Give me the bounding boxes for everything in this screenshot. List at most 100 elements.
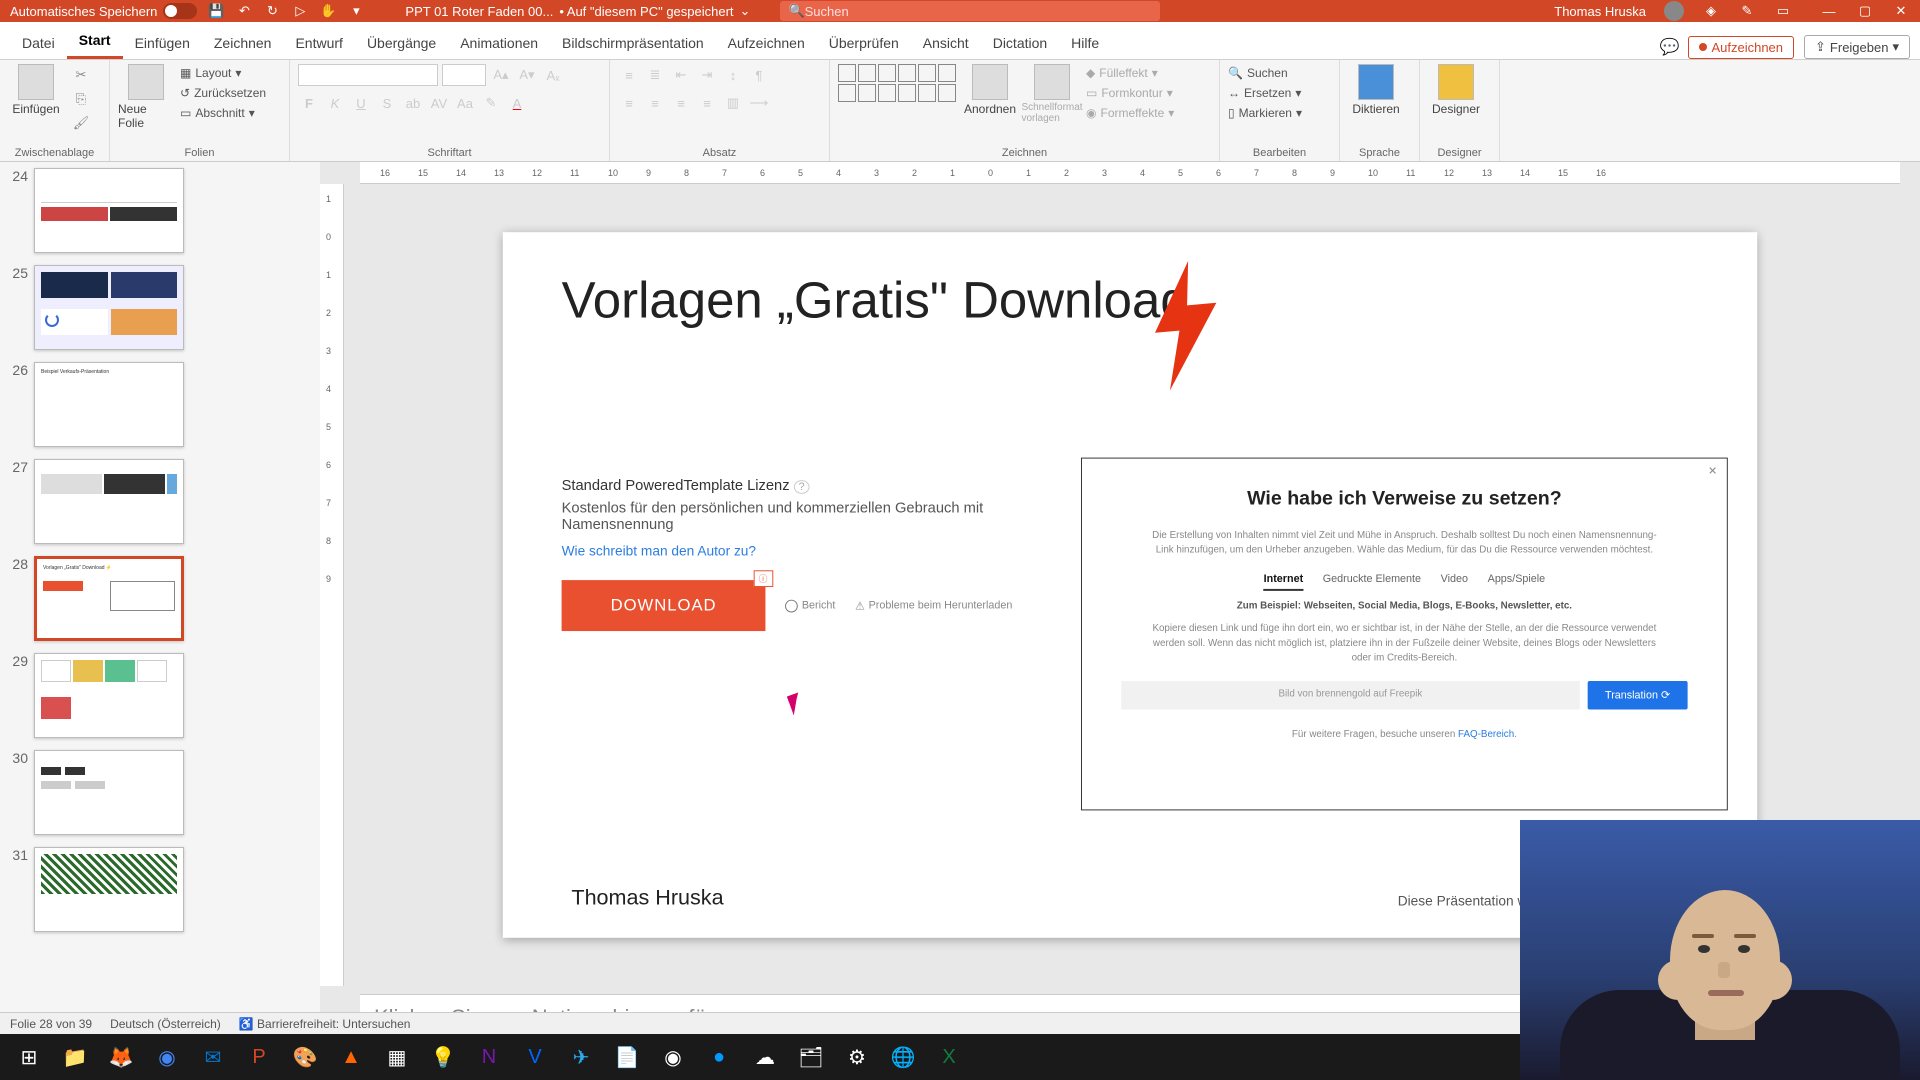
tab-ueberpruefen[interactable]: Überprüfen [817,27,911,59]
ref-tab-print[interactable]: Gedruckte Elemente [1323,573,1421,591]
tab-hilfe[interactable]: Hilfe [1059,27,1111,59]
align-right-icon[interactable]: ≡ [670,92,692,114]
edge-icon[interactable]: 🌐 [880,1034,926,1080]
find-button[interactable]: 🔍 Suchen [1228,64,1302,82]
shadow-icon[interactable]: ab [402,92,424,114]
paste-button[interactable]: Einfügen [8,64,64,116]
highlight-icon[interactable]: ✎ [480,92,502,114]
designer-button[interactable]: Designer [1428,64,1484,116]
document-title[interactable]: PPT 01 Roter Faden 00... • Auf "diesem P… [405,3,750,19]
powerpoint-icon[interactable]: P [236,1034,282,1080]
app-icon-4[interactable]: 📄 [604,1034,650,1080]
thumb-26[interactable]: Beispiel Verkaufs-Präsentation [34,362,184,447]
problem-option[interactable]: ⚠ Probleme beim Herunterladen [855,599,1012,612]
onenote-icon[interactable]: N [466,1034,512,1080]
shape-fill-button[interactable]: ◆ Fülleffekt ▾ [1086,64,1174,82]
underline-icon[interactable]: U [350,92,372,114]
line-spacing-icon[interactable]: ↕ [722,64,744,86]
chevron-down-icon[interactable]: ▾ [1892,39,1899,55]
obs-icon[interactable]: ◉ [650,1034,696,1080]
app-icon-7[interactable]: 🗂 [788,1034,834,1080]
maximize-icon[interactable]: ▢ [1856,2,1874,20]
new-slide-button[interactable]: Neue Folie [118,64,174,130]
reset-button[interactable]: ↺ Zurücksetzen [180,84,266,102]
ref-link-input[interactable]: Bild von brennengold auf Freepik [1121,681,1579,709]
shapes-gallery[interactable] [838,64,956,102]
replace-button[interactable]: ↔ Ersetzen ▾ [1228,84,1302,102]
tab-aufzeichnen[interactable]: Aufzeichnen [716,27,817,59]
minimize-icon[interactable]: — [1820,2,1838,20]
ref-tab-video[interactable]: Video [1441,573,1468,591]
avatar[interactable] [1664,1,1684,21]
bullets-icon[interactable]: ≡ [618,64,640,86]
reference-dialog[interactable]: ✕ Wie habe ich Verweise zu setzen? Die E… [1081,458,1728,811]
case-icon[interactable]: Aa [454,92,476,114]
layout-button[interactable]: ▦ Layout ▾ [180,64,266,82]
ref-tab-apps[interactable]: Apps/Spiele [1488,573,1546,591]
explorer-icon[interactable]: 📁 [52,1034,98,1080]
download-button[interactable]: DOWNLOADⓘ [562,580,766,631]
tab-dictation[interactable]: Dictation [981,27,1059,59]
clear-format-icon[interactable]: Aₓ [542,64,564,86]
select-button[interactable]: ▯ Markieren ▾ [1228,104,1302,122]
smartart-icon[interactable]: ⟶ [748,92,770,114]
record-button[interactable]: Aufzeichnen [1688,36,1794,59]
excel-icon[interactable]: X [926,1034,972,1080]
thumb-28[interactable]: Vorlagen „Gratis" Download ⚡ [34,556,184,641]
language-status[interactable]: Deutsch (Österreich) [110,1017,221,1031]
bold-icon[interactable]: F [298,92,320,114]
chrome-icon[interactable]: ◉ [144,1034,190,1080]
app-icon-3[interactable]: 💡 [420,1034,466,1080]
ref-tab-internet[interactable]: Internet [1264,573,1304,591]
start-button[interactable]: ⊞ [6,1034,52,1080]
columns-icon[interactable]: ▥ [722,92,744,114]
app-icon-6[interactable]: ☁ [742,1034,788,1080]
license-panel[interactable]: Standard PoweredTemplate Lizenz ? Kosten… [562,477,1072,631]
tab-start[interactable]: Start [67,24,123,59]
telegram-icon[interactable]: ✈ [558,1034,604,1080]
accessibility-status[interactable]: ♿ Barrierefreiheit: Untersuchen [239,1017,411,1031]
thumb-29[interactable] [34,653,184,738]
thumb-25[interactable] [34,265,184,350]
outlook-icon[interactable]: ✉ [190,1034,236,1080]
thumb-27[interactable] [34,459,184,544]
search-input[interactable] [805,4,1153,19]
dictate-button[interactable]: Diktieren [1348,64,1404,116]
save-icon[interactable]: 💾 [207,2,225,20]
app-v-icon[interactable]: V [512,1034,558,1080]
spacing-icon[interactable]: AV [428,92,450,114]
tab-animationen[interactable]: Animationen [448,27,550,59]
close-icon[interactable]: ✕ [1892,2,1910,20]
slide-thumbnails[interactable]: 24 25 26Beispiel Verkaufs-Präsentation 2… [0,162,320,1046]
app-icon[interactable]: 🎨 [282,1034,328,1080]
font-name-input[interactable] [298,64,438,86]
thumb-31[interactable] [34,847,184,932]
translation-button[interactable]: Translation ⟳ [1587,681,1687,709]
autosave-toggle[interactable]: Automatisches Speichern [10,3,197,19]
indent-dec-icon[interactable]: ⇤ [670,64,692,86]
font-color-icon[interactable]: A [506,92,528,114]
strike-icon[interactable]: S [376,92,398,114]
thumb-30[interactable] [34,750,184,835]
settings-icon[interactable]: ⚙ [834,1034,880,1080]
quick-styles-button[interactable]: Schnellformat vorlagen [1024,64,1080,124]
indent-inc-icon[interactable]: ⇥ [696,64,718,86]
text-dir-icon[interactable]: ¶ [748,64,770,86]
decrease-font-icon[interactable]: A▾ [516,64,538,86]
share-button[interactable]: ⇪ Freigeben ▾ [1804,35,1910,59]
tab-ansicht[interactable]: Ansicht [911,27,981,59]
diamond-icon[interactable]: ◈ [1702,2,1720,20]
increase-font-icon[interactable]: A▴ [490,64,512,86]
section-button[interactable]: ▭ Abschnitt ▾ [180,104,266,122]
redo-icon[interactable]: ↻ [263,2,281,20]
tab-datei[interactable]: Datei [10,27,67,59]
touch-icon[interactable]: ✋ [319,2,337,20]
shape-outline-button[interactable]: ▭ Formkontur ▾ [1086,84,1174,102]
toggle-switch[interactable] [163,3,197,19]
numbering-icon[interactable]: ≣ [644,64,666,86]
attribution-link[interactable]: Wie schreibt man den Autor zu? [562,543,1072,559]
from-start-icon[interactable]: ▷ [291,2,309,20]
user-name[interactable]: Thomas Hruska [1554,4,1646,19]
lightning-icon[interactable] [1124,247,1244,403]
arrange-button[interactable]: Anordnen [962,64,1018,116]
